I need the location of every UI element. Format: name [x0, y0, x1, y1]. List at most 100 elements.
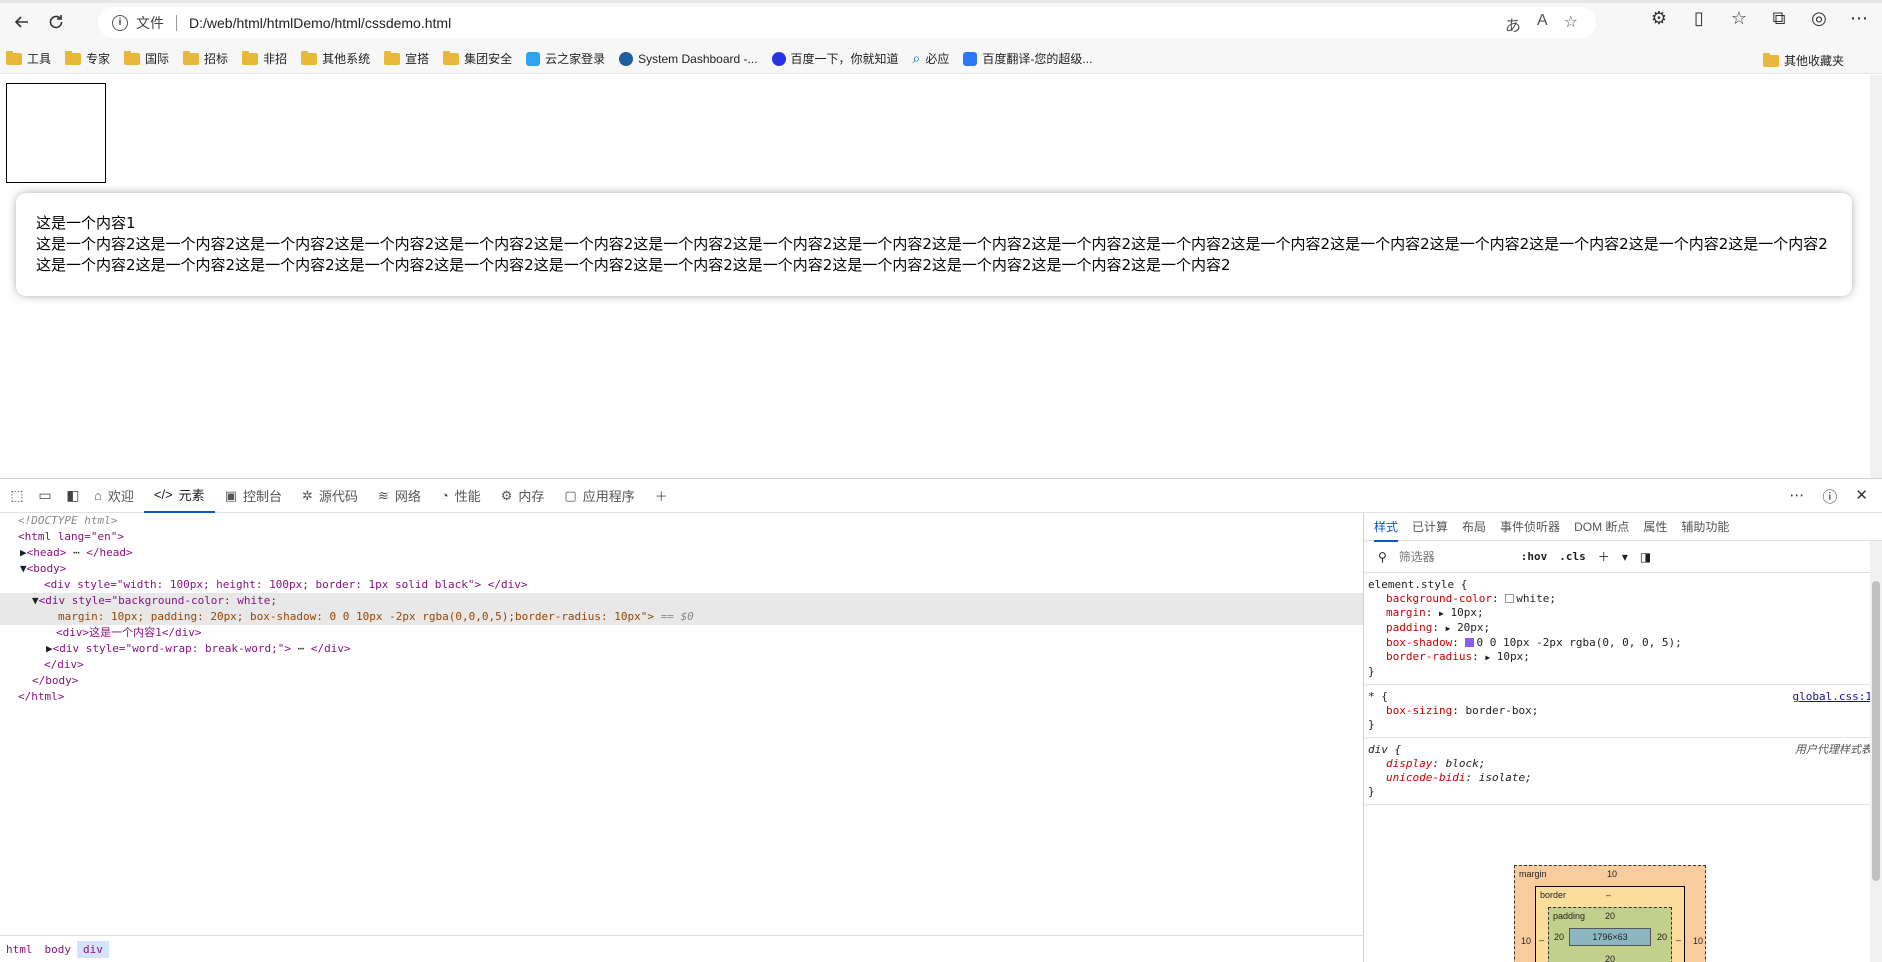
tab-layout[interactable]: 布局 [1462, 518, 1486, 535]
tab-dom-breakpoints[interactable]: DOM 断点 [1574, 518, 1629, 535]
shadow-editor-icon[interactable] [1465, 638, 1475, 647]
tab-network[interactable]: ≋ 网络 [368, 479, 431, 513]
bookmark-item[interactable]: 集团安全 [443, 50, 512, 67]
split-screen-icon[interactable]: ▯ [1686, 8, 1712, 29]
bookmark-item[interactable]: 招标 [183, 50, 228, 67]
jira-icon [619, 51, 634, 66]
paint-icon[interactable]: ▾ [1622, 550, 1628, 564]
dock-side-icon[interactable]: ◧ [62, 485, 84, 507]
bookmark-item[interactable]: 国际 [124, 50, 169, 67]
bookmark-item[interactable]: 专家 [65, 50, 110, 67]
styles-scrollbar-thumb[interactable] [1872, 581, 1880, 881]
sidebar-toggle-icon[interactable]: ◨ [1640, 550, 1651, 564]
cls-toggle[interactable]: .cls [1559, 550, 1586, 563]
dom-node[interactable]: </div> [0, 657, 1363, 673]
style-prop[interactable]: box-sizing: border-box; [1368, 704, 1877, 718]
bookmark-item[interactable]: ⌕ 必应 [913, 50, 950, 67]
tab-performance[interactable]: ◔ 性能 [431, 479, 491, 513]
dom-node[interactable]: <div style="width: 100px; height: 100px;… [0, 577, 1363, 593]
favorites-icon[interactable]: ☆ [1726, 8, 1752, 29]
tab-elements[interactable]: </> 元素 [143, 479, 215, 513]
style-prop[interactable]: border-radius: ▶ 10px; [1368, 650, 1877, 665]
bookmark-item[interactable]: 云之家登录 [526, 50, 605, 67]
tab-computed[interactable]: 已计算 [1412, 518, 1448, 535]
style-prop[interactable]: background-color: white; [1368, 592, 1877, 606]
breadcrumb-html[interactable]: html [0, 941, 39, 958]
style-prop[interactable]: padding: ▶ 20px; [1368, 621, 1877, 636]
style-prop[interactable]: margin: ▶ 10px; [1368, 606, 1877, 621]
breadcrumb-body[interactable]: body [39, 941, 78, 958]
read-aloud-icon[interactable]: A [1537, 12, 1548, 36]
collapse-triangle-icon[interactable]: ▼ [20, 562, 27, 575]
dom-node[interactable]: ▼<body> [0, 561, 1363, 577]
dom-node-selected[interactable]: ▼<div style="background-color: white; [0, 593, 1363, 609]
more-icon[interactable]: ⋯ [1846, 8, 1872, 29]
add-tab-button[interactable]: ＋ [645, 479, 678, 513]
console-icon: ▣ [224, 487, 237, 503]
styles-scrollbar[interactable] [1870, 541, 1882, 962]
tab-welcome[interactable]: ⌂ 欢迎 [84, 479, 144, 513]
bookmark-item[interactable]: System Dashboard -... [619, 51, 758, 66]
tab-application[interactable]: ▢ 应用程序 [554, 479, 644, 513]
tab-accessibility[interactable]: 辅助功能 [1681, 518, 1729, 535]
dom-node[interactable]: </body> [0, 673, 1363, 689]
box-model-border[interactable]: border – – – padding 20 20 20 20 1796×63 [1535, 886, 1685, 962]
dom-node[interactable]: <!DOCTYPE html> [0, 513, 1363, 529]
dom-node[interactable]: <div>这是一个内容1</div> [0, 625, 1363, 641]
close-icon[interactable]: ✕ [1855, 486, 1868, 507]
address-url[interactable]: D:/web/html/htmlDemo/html/cssdemo.html [189, 15, 451, 31]
page-scrollbar[interactable] [1870, 75, 1882, 478]
collapse-triangle-icon[interactable]: ▼ [32, 594, 39, 607]
tab-event-listeners[interactable]: 事件侦听器 [1500, 518, 1560, 535]
translate-icon[interactable]: あ [1505, 12, 1521, 36]
breadcrumb-div[interactable]: div [77, 941, 109, 958]
new-rule-icon[interactable]: ＋ [1598, 548, 1610, 565]
dom-node-selected-cont[interactable]: margin: 10px; padding: 20px; box-shadow:… [0, 609, 1363, 625]
star-icon[interactable]: ☆ [1564, 12, 1578, 36]
bookmark-item[interactable]: 百度一下，你就知道 [771, 50, 899, 67]
box-model-content[interactable]: 1796×63 [1569, 928, 1651, 946]
bookmark-item[interactable]: 百度翻译-您的超级... [963, 50, 1092, 67]
color-swatch[interactable] [1505, 594, 1515, 603]
back-button[interactable] [6, 6, 38, 38]
dom-node[interactable]: ▶<head> ⋯ </head> [0, 545, 1363, 561]
ellipsis-badge[interactable]: ⋯ [66, 546, 86, 559]
bookmark-item[interactable]: 宣搭 [384, 50, 429, 67]
expand-triangle-icon[interactable]: ▶ [1439, 609, 1444, 618]
other-bookmarks[interactable]: 其他收藏夹 [1762, 52, 1844, 69]
box-model-margin[interactable]: margin 10 10 10 border – – – padding 20 … [1514, 865, 1706, 962]
style-prop[interactable]: box-shadow: 0 0 10px -2px rgba(0, 0, 0, … [1368, 636, 1877, 650]
bookmark-item[interactable]: 其他系统 [301, 50, 370, 67]
collections-icon[interactable]: ⧉ [1766, 8, 1792, 29]
dom-node[interactable]: </html> [0, 689, 1363, 705]
box-model-padding[interactable]: padding 20 20 20 20 1796×63 [1548, 907, 1672, 962]
rule-source-link[interactable]: global.css:1 [1793, 690, 1872, 704]
dom-node[interactable]: <html lang="en"> [0, 529, 1363, 545]
more-icon[interactable]: ⋯ [1789, 486, 1804, 507]
expand-triangle-icon[interactable]: ▶ [1446, 624, 1451, 633]
tab-console[interactable]: ▣ 控制台 [215, 479, 292, 513]
inspect-icon[interactable]: ⬚ [6, 485, 28, 507]
refresh-button[interactable] [40, 6, 72, 38]
extensions-icon[interactable]: ⚙ [1646, 8, 1672, 29]
box-model-margin-right: 10 [1693, 936, 1704, 946]
ellipsis-badge[interactable]: ⋯ [291, 642, 311, 655]
expand-triangle-icon[interactable]: ▶ [20, 546, 27, 559]
help-icon[interactable]: ⓘ [1822, 486, 1837, 507]
tab-memory[interactable]: ⚙ 内存 [491, 479, 555, 513]
dom-node[interactable]: ▶<div style="word-wrap: break-word;"> ⋯ … [0, 641, 1363, 657]
address-separator [176, 14, 177, 31]
expand-triangle-icon[interactable]: ▶ [46, 642, 53, 655]
expand-triangle-icon[interactable]: ▶ [1485, 653, 1490, 662]
device-toolbar-icon[interactable]: ▭ [34, 485, 56, 507]
tab-properties[interactable]: 属性 [1643, 518, 1667, 535]
address-bar[interactable]: i 文件 D:/web/html/htmlDemo/html/cssdemo.h… [98, 7, 1596, 38]
hov-toggle[interactable]: :hov [1521, 550, 1548, 563]
bookmark-item[interactable]: 工具 [6, 50, 51, 67]
info-icon[interactable]: i [112, 14, 128, 31]
tab-sources[interactable]: ✲ 源代码 [292, 479, 368, 513]
profile-icon[interactable]: ◎ [1806, 8, 1832, 29]
tab-styles[interactable]: 样式 [1374, 518, 1399, 542]
styles-filter-input[interactable]: 筛选器 [1399, 548, 1509, 565]
bookmark-item[interactable]: 非招 [242, 50, 287, 67]
